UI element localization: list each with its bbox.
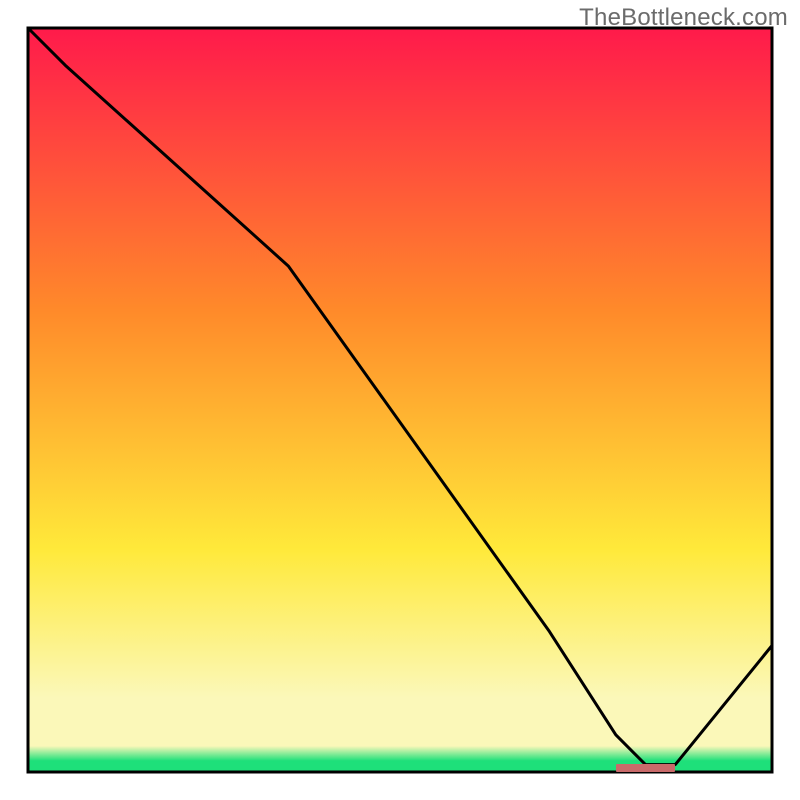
- optimal-range-marker: [616, 764, 676, 772]
- plot-background: [28, 28, 772, 772]
- bottleneck-chart: [0, 0, 800, 800]
- watermark-text: TheBottleneck.com: [579, 4, 788, 32]
- chart-container: TheBottleneck.com: [0, 0, 800, 800]
